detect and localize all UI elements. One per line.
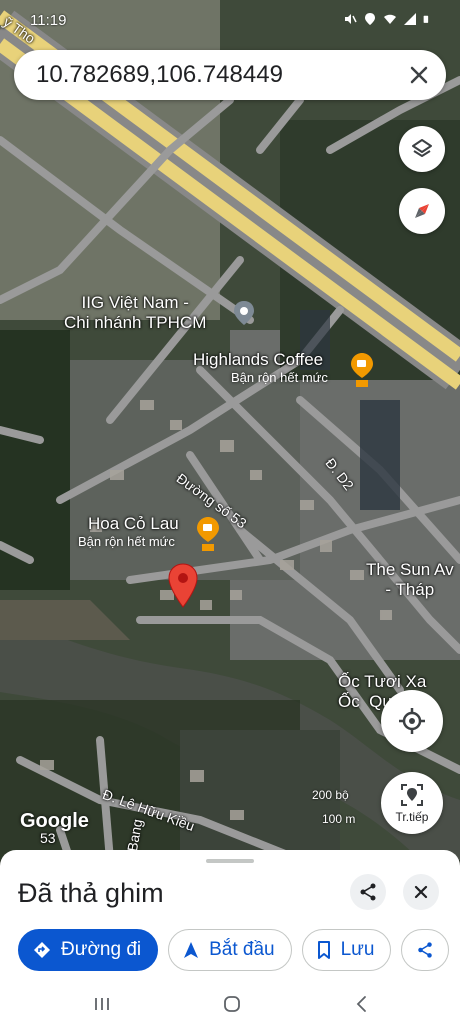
- share-icon: [418, 942, 433, 958]
- scale-bar-meters: 100 m: [322, 812, 356, 826]
- search-input[interactable]: 10.782689,106.748449: [36, 61, 283, 89]
- share-icon: [360, 883, 376, 901]
- poi-highlands[interactable]: Highlands Coffee Bận rộn hết mức: [193, 350, 328, 385]
- share-button[interactable]: [350, 874, 386, 910]
- poi-hoacolau-sub: Bận rộn hết mức: [78, 534, 175, 549]
- cafe-icon[interactable]: [350, 352, 374, 388]
- save-chip-label: Lưu: [340, 939, 375, 960]
- my-location-button[interactable]: [381, 690, 443, 752]
- dropped-pin-icon[interactable]: [168, 563, 198, 609]
- poi-hoacolau-name: Hoa Cỏ Lau: [88, 514, 179, 533]
- crosshair-icon: [399, 708, 425, 734]
- wifi-icon: [384, 14, 396, 24]
- signal-icon: [404, 13, 416, 25]
- recents-button[interactable]: [90, 993, 114, 1015]
- recents-icon: [95, 998, 109, 1010]
- navigation-icon: [401, 784, 423, 806]
- start-chip[interactable]: Bắt đầu: [168, 929, 292, 971]
- poi-highlands-name: Highlands Coffee: [193, 350, 324, 369]
- directions-icon: [34, 942, 50, 958]
- back-button[interactable]: [350, 993, 374, 1015]
- layers-icon: [412, 139, 432, 157]
- directions-chip[interactable]: Đường đi: [18, 929, 159, 971]
- sheet-drag-handle[interactable]: [206, 859, 254, 863]
- action-chips: Đường đi Bắt đầu Lưu: [18, 929, 450, 971]
- navigation-arrow-icon: [184, 942, 199, 958]
- close-sheet-button[interactable]: [403, 874, 439, 910]
- start-chip-label: Bắt đầu: [209, 939, 275, 960]
- status-bar: 11:19: [0, 0, 460, 40]
- close-icon[interactable]: [406, 62, 432, 88]
- mute-icon: [345, 14, 357, 24]
- status-icons: [343, 12, 432, 26]
- close-icon: [414, 885, 428, 899]
- status-time: 11:19: [30, 12, 67, 29]
- save-chip[interactable]: Lưu: [301, 929, 392, 971]
- scale-bar-feet: 200 bộ: [312, 788, 349, 802]
- layers-button[interactable]: [399, 126, 445, 172]
- home-button[interactable]: [220, 993, 244, 1015]
- battery-icon: [423, 15, 429, 23]
- poi-pin-icon[interactable]: [233, 300, 255, 326]
- search-bar[interactable]: 10.782689,106.748449: [14, 50, 446, 100]
- sheet-title: Đã thả ghim: [18, 878, 164, 908]
- system-nav-bar: [0, 985, 460, 1024]
- home-icon: [224, 996, 240, 1012]
- place-sheet[interactable]: Đã thả ghim Đường đi Bắt đầu Lưu: [0, 850, 460, 985]
- poi-label-iig[interactable]: IIG Việt Nam - Chi nhánh TPHCM: [64, 293, 206, 332]
- compass-icon: [415, 204, 429, 218]
- navigate-button[interactable]: Tr.tiếp: [381, 772, 443, 834]
- back-icon: [356, 996, 366, 1012]
- navigate-label: Tr.tiếp: [395, 810, 429, 824]
- share-chip[interactable]: [401, 929, 450, 971]
- location-icon: [365, 13, 375, 25]
- compass-button[interactable]: [399, 188, 445, 234]
- poi-highlands-sub: Bận rộn hết mức: [231, 370, 328, 385]
- poi-hoacolau[interactable]: Hoa Cỏ Lau Bận rộn hết mức: [78, 514, 179, 549]
- directions-chip-label: Đường đi: [61, 939, 142, 960]
- bookmark-icon: [317, 941, 330, 959]
- poi-label-the-sun[interactable]: The Sun Av - Tháp: [366, 560, 454, 599]
- google-logo: Google: [20, 810, 89, 832]
- cafe-icon[interactable]: [196, 516, 220, 552]
